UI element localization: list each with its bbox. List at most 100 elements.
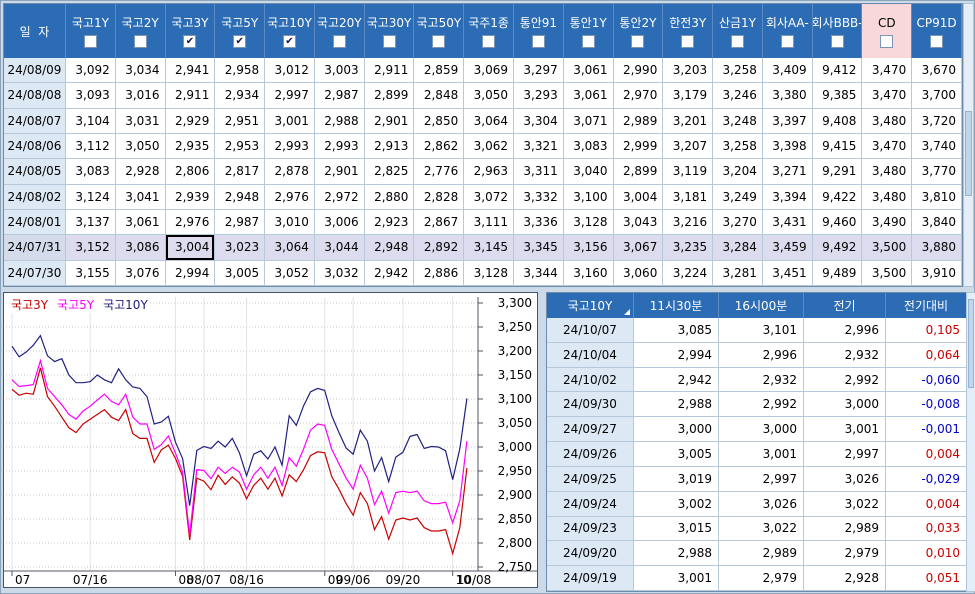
column-header-국고20Y[interactable]: 국고20Y	[314, 4, 365, 58]
yield-cell[interactable]: 2,867	[414, 210, 465, 236]
yield-cell[interactable]: 2,987	[314, 83, 365, 109]
yield-cell[interactable]: 2,892	[414, 235, 465, 261]
yield-cell[interactable]: 2,976	[165, 210, 216, 236]
yield-cell[interactable]: 9,489	[812, 260, 863, 286]
yield-cell[interactable]: 3,016	[115, 83, 166, 109]
yield-cell[interactable]: 9,408	[812, 108, 863, 134]
yield-cell[interactable]: 9,291	[812, 159, 863, 185]
column-header-국고5Y[interactable]: 국고5Y ✔	[215, 4, 266, 58]
yield-cell[interactable]: 3,061	[563, 58, 614, 84]
yield-cell[interactable]: 3,281	[713, 260, 763, 286]
yield-cell[interactable]: 2,862	[414, 134, 465, 160]
column-checkbox-국고2Y[interactable]	[133, 35, 147, 48]
column-header-국고50Y[interactable]: 국고50Y	[414, 4, 465, 58]
yield-cell[interactable]: 2,880	[364, 184, 415, 210]
yield-cell[interactable]: 3,840	[912, 210, 962, 236]
yield-cell[interactable]: 3,451	[762, 260, 813, 286]
yield-cell[interactable]: 9,412	[812, 58, 863, 84]
yield-cell[interactable]: 3,480	[862, 108, 913, 134]
yield-cell[interactable]: 3,023	[215, 235, 266, 261]
yield-cell[interactable]: 3,034	[115, 58, 166, 84]
yield-cell[interactable]: 3,040	[563, 159, 614, 185]
yield-cell[interactable]: 9,385	[812, 83, 863, 109]
yield-cell[interactable]: 3,470	[862, 58, 913, 84]
column-header-회사BBB-[interactable]: 회사BBB-	[812, 4, 863, 58]
yield-cell[interactable]: 3,398	[762, 134, 813, 160]
yield-cell[interactable]: 2,911	[165, 83, 216, 109]
yield-cell[interactable]: 9,460	[812, 210, 863, 236]
yield-cell[interactable]: 3,203	[663, 58, 714, 84]
yield-cell[interactable]: 3,345	[514, 235, 564, 261]
yield-cell[interactable]: 3,246	[713, 83, 763, 109]
yield-cell[interactable]: 3,137	[66, 210, 116, 236]
column-checkbox-회사BBB-[interactable]	[830, 35, 844, 48]
yield-cell[interactable]: 3,670	[912, 58, 962, 84]
yield-cell[interactable]: 2,948	[215, 184, 266, 210]
yield-cell[interactable]: 3,004	[613, 184, 664, 210]
date-column-header[interactable]: 일 자	[4, 4, 66, 58]
column-header-국고2Y[interactable]: 국고2Y	[115, 4, 166, 58]
yield-cell[interactable]: 3,004	[165, 235, 216, 261]
column-header-산금1Y[interactable]: 산금1Y	[713, 4, 763, 58]
yield-cell[interactable]: 2,886	[414, 260, 465, 286]
column-checkbox-CD[interactable]	[880, 35, 894, 48]
yield-cell[interactable]: 2,993	[265, 134, 315, 160]
yield-cell[interactable]: 3,394	[762, 184, 813, 210]
column-header-국고30Y[interactable]: 국고30Y	[364, 4, 415, 58]
row-date-cell[interactable]: 24/07/31	[4, 235, 66, 261]
yield-cell[interactable]: 2,997	[265, 83, 315, 109]
yield-cell[interactable]: 2,989	[613, 108, 664, 134]
row-date-cell[interactable]: 24/08/07	[4, 108, 66, 134]
yield-cell[interactable]: 3,104	[66, 108, 116, 134]
yield-cell[interactable]: 2,942	[364, 260, 415, 286]
column-checkbox-국고30Y[interactable]	[382, 35, 396, 48]
yield-cell[interactable]: 3,304	[514, 108, 564, 134]
yield-cell[interactable]: 3,050	[464, 83, 514, 109]
yield-cell[interactable]: 3,005	[215, 260, 266, 286]
yield-cell[interactable]: 2,923	[364, 210, 415, 236]
row-date-cell[interactable]: 24/08/02	[4, 184, 66, 210]
yield-cell[interactable]: 3,271	[762, 159, 813, 185]
yield-cell[interactable]: 3,010	[265, 210, 315, 236]
yield-cell[interactable]: 3,910	[912, 260, 962, 286]
yield-cell[interactable]: 3,720	[912, 108, 962, 134]
yield-cell[interactable]: 2,825	[364, 159, 415, 185]
yield-cell[interactable]: 3,249	[713, 184, 763, 210]
column-header-국고1Y[interactable]: 국고1Y	[66, 4, 116, 58]
yield-cell[interactable]: 3,470	[862, 83, 913, 109]
yield-cell[interactable]: 3,086	[115, 235, 166, 261]
yield-cell[interactable]: 3,344	[514, 260, 564, 286]
yield-cell[interactable]: 3,031	[115, 108, 166, 134]
yield-cell[interactable]: 3,069	[464, 58, 514, 84]
column-checkbox-국고10Y[interactable]: ✔	[282, 35, 296, 48]
yield-cell[interactable]: 3,880	[912, 235, 962, 261]
yield-cell[interactable]: 3,006	[314, 210, 365, 236]
yield-cell[interactable]: 3,012	[265, 58, 315, 84]
yield-cell[interactable]: 3,076	[115, 260, 166, 286]
yield-cell[interactable]: 3,224	[663, 260, 714, 286]
yield-cell[interactable]: 3,155	[66, 260, 116, 286]
column-checkbox-통안2Y[interactable]	[631, 35, 645, 48]
yield-cell[interactable]: 3,003	[314, 58, 365, 84]
yield-cell[interactable]: 9,492	[812, 235, 863, 261]
yield-cell[interactable]: 3,071	[563, 108, 614, 134]
yield-cell[interactable]: 3,041	[115, 184, 166, 210]
yield-cell[interactable]: 3,064	[265, 235, 315, 261]
yield-cell[interactable]: 3,062	[464, 134, 514, 160]
yield-cell[interactable]: 2,850	[414, 108, 465, 134]
yield-cell[interactable]: 9,415	[812, 134, 863, 160]
column-checkbox-국고3Y[interactable]: ✔	[183, 35, 197, 48]
yield-cell[interactable]: 3,179	[663, 83, 714, 109]
yield-cell[interactable]: 3,459	[762, 235, 813, 261]
column-checkbox-국고20Y[interactable]	[332, 35, 346, 48]
yield-cell[interactable]: 3,001	[265, 108, 315, 134]
row-date-cell[interactable]: 24/08/05	[4, 159, 66, 185]
column-header-국고3Y[interactable]: 국고3Y ✔	[165, 4, 216, 58]
yield-cell[interactable]: 2,929	[165, 108, 216, 134]
column-checkbox-국고5Y[interactable]: ✔	[233, 35, 247, 48]
yield-cell[interactable]: 3,700	[912, 83, 962, 109]
column-header-통안91[interactable]: 통안91	[514, 4, 564, 58]
yield-cell[interactable]: 2,970	[613, 83, 664, 109]
yield-cell[interactable]: 3,112	[66, 134, 116, 160]
yield-cell[interactable]: 2,848	[414, 83, 465, 109]
